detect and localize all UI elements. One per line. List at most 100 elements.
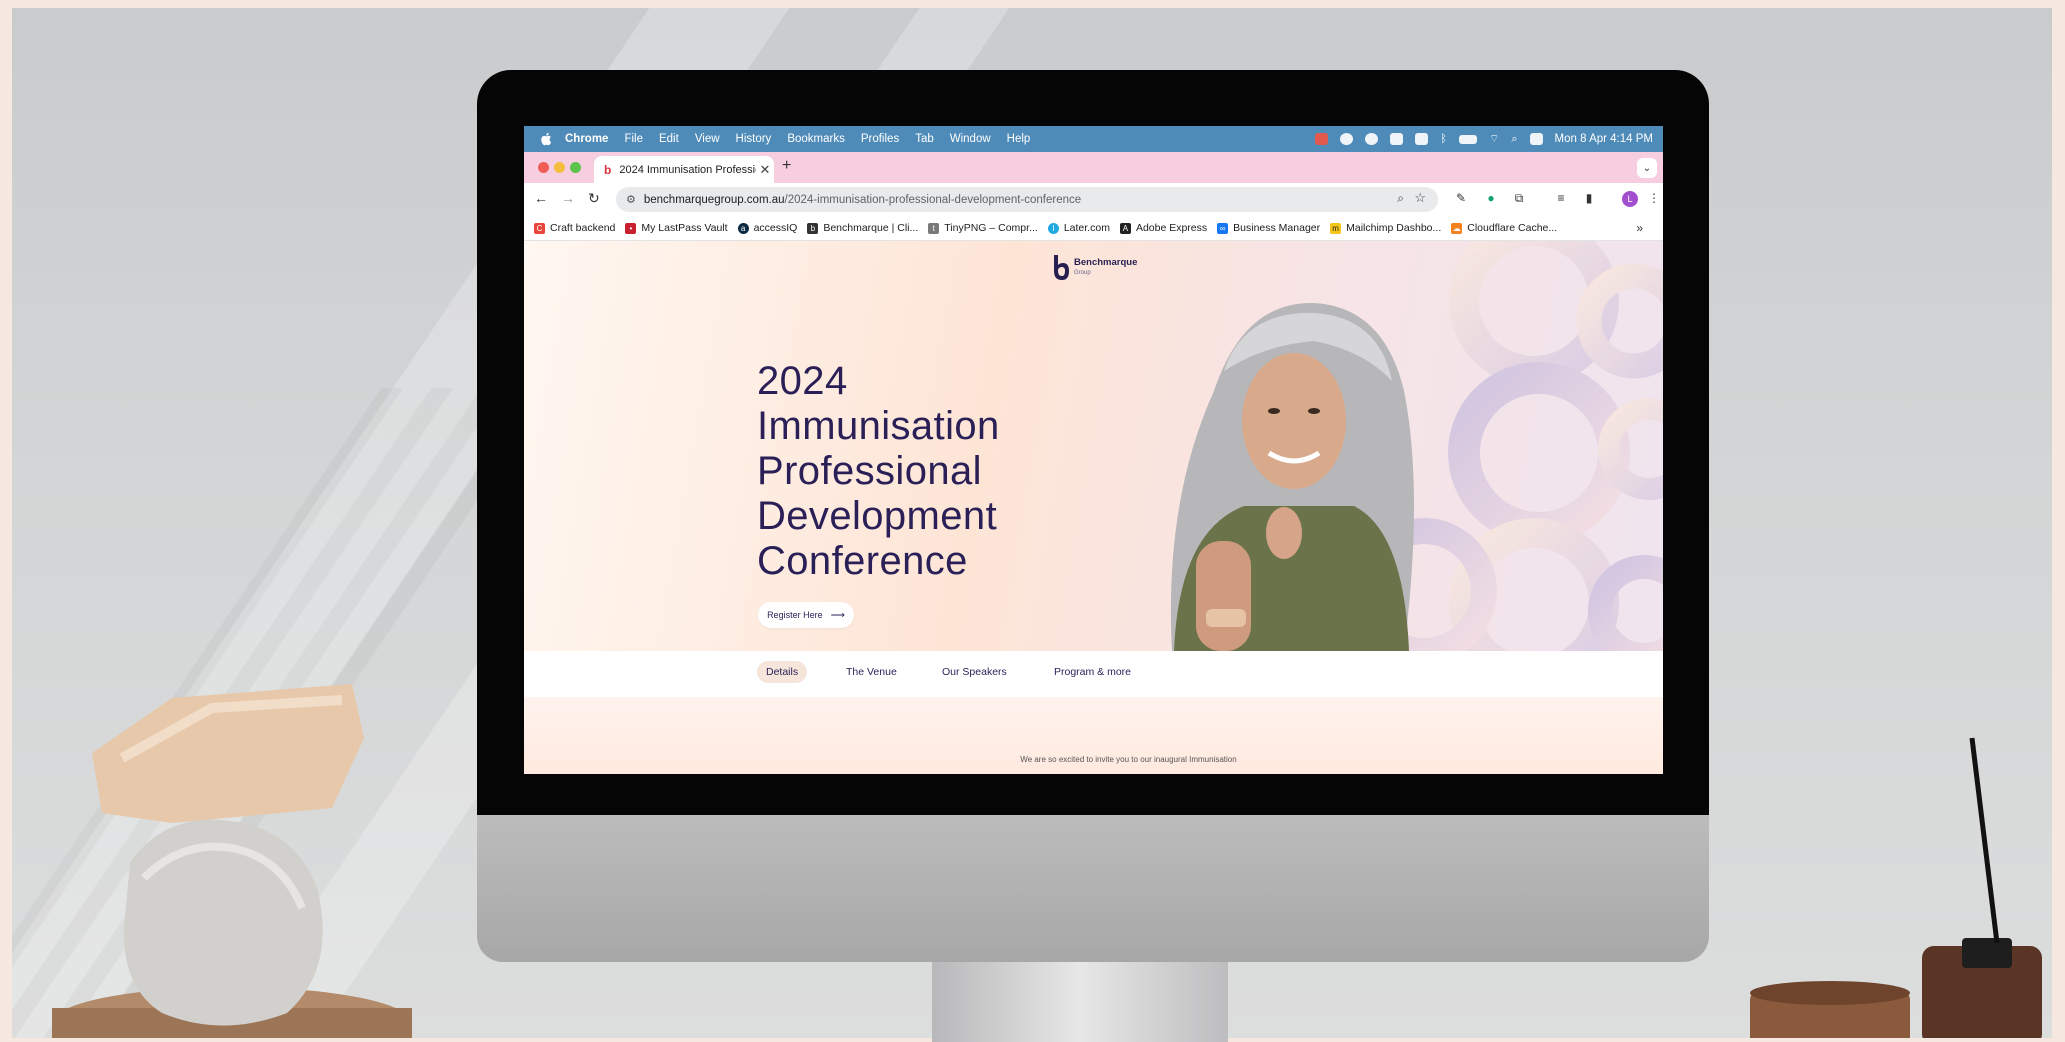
tab-our-speakers[interactable]: Our Speakers	[942, 666, 1007, 678]
cloud-sync-icon[interactable]	[1340, 133, 1354, 145]
logo-name: Benchmarque	[1074, 257, 1138, 268]
benchmarque-logo[interactable]: Benchmarque Group	[1052, 255, 1137, 281]
headline-line: Immunisation	[757, 404, 1000, 448]
menu-help[interactable]: Help	[1007, 133, 1031, 145]
pen	[1969, 737, 2000, 944]
window-switcher-icon[interactable]	[1415, 133, 1429, 145]
monitor-stand	[932, 962, 1228, 1042]
tab-the-venue[interactable]: The Venue	[846, 666, 897, 678]
menu-history[interactable]: History	[736, 133, 772, 145]
bookmark-lastpass[interactable]: • My LastPass Vault	[625, 222, 728, 234]
later-icon: l	[1047, 222, 1059, 234]
status-area: ᛒ ⌔ ⌕ Mon 8 Apr 4:14 PM	[1315, 126, 1653, 152]
minimize-window-icon[interactable]	[554, 162, 565, 173]
zoom-icon[interactable]: ⌕	[1397, 191, 1404, 206]
grammarly-extension-icon[interactable]: ●	[1484, 191, 1498, 205]
intro-section: We are so excited to invite you to our i…	[524, 697, 1663, 774]
bookmark-cloudflare[interactable]: ☁ Cloudflare Cache...	[1451, 222, 1557, 234]
menu-bookmarks[interactable]: Bookmarks	[787, 133, 845, 145]
bookmark-later[interactable]: l Later.com	[1047, 222, 1110, 234]
reload-icon[interactable]: ↻	[588, 190, 600, 207]
menu-view[interactable]: View	[695, 133, 720, 145]
mailchimp-icon: m	[1330, 222, 1342, 234]
benchmarque-b-icon	[1054, 255, 1069, 280]
meta-icon: ∞	[1217, 222, 1229, 234]
url-path: /2024-immunisation-professional-developm…	[784, 193, 1082, 206]
bookmark-adobe-express[interactable]: A Adobe Express	[1119, 222, 1207, 234]
adobe-express-icon: A	[1119, 222, 1131, 234]
profile-avatar[interactable]: L	[1622, 191, 1638, 207]
url-host: benchmarquegroup.com.au	[643, 193, 785, 206]
bookmark-accessiq[interactable]: a accessIQ	[737, 222, 797, 234]
bookmark-business-manager[interactable]: ∞ Business Manager	[1217, 222, 1320, 234]
benchmarque-icon: b	[807, 222, 819, 234]
menubar-clock[interactable]: Mon 8 Apr 4:14 PM	[1555, 133, 1653, 145]
media-controls-icon[interactable]: ≡	[1554, 191, 1568, 205]
gift-icon[interactable]	[1315, 133, 1329, 145]
forward-arrow-icon[interactable]: →	[561, 190, 575, 206]
headline-line: Conference	[757, 539, 968, 583]
menu-edit[interactable]: Edit	[659, 133, 679, 145]
side-panel-icon[interactable]: ▮	[1582, 191, 1596, 205]
intro-text: We are so excited to invite you to our i…	[1020, 755, 1237, 764]
tinypng-icon: t	[928, 222, 940, 234]
bookmark-craft-backend[interactable]: C Craft backend	[534, 222, 615, 234]
wifi-icon[interactable]: ⌔	[1489, 132, 1499, 146]
app-status-icon[interactable]	[1390, 133, 1404, 145]
lastpass-icon: •	[625, 222, 637, 234]
tab-strip: b 2024 Immunisation Professio ✕ + ⌄	[524, 152, 1663, 183]
tab-close-icon[interactable]: ✕	[756, 162, 774, 178]
menu-file[interactable]: File	[624, 133, 643, 145]
bookmark-star-icon[interactable]: ☆	[1414, 190, 1426, 206]
browser-toolbar: ← → ↻ ⚙ benchmarquegroup.com.au/2024-imm…	[524, 183, 1663, 216]
monitor-chin	[477, 815, 1709, 962]
hero-section: Benchmarque Group 2024 Immunisation Profe…	[524, 241, 1663, 651]
bookmarks-bar: C Craft backend • My LastPass Vault a acces…	[524, 216, 1663, 241]
cloudflare-icon: ☁	[1451, 222, 1463, 234]
spotlight-search-icon[interactable]: ⌕	[1511, 133, 1517, 146]
arrow-right-icon: ⟶	[830, 609, 845, 621]
bookmark-benchmarque[interactable]: b Benchmarque | Cli...	[807, 222, 918, 234]
register-label: Register Here	[767, 610, 823, 620]
tab-conference[interactable]: b 2024 Immunisation Professio ✕	[594, 156, 774, 183]
close-window-icon[interactable]	[538, 162, 549, 173]
apple-icon[interactable]	[538, 132, 553, 147]
menu-tab[interactable]: Tab	[915, 133, 934, 145]
bookmark-tinypng[interactable]: t TinyPNG – Compr...	[928, 222, 1038, 234]
headline-line: 2024	[757, 359, 848, 403]
tab-details[interactable]: Details	[757, 661, 808, 683]
headline-line: Professional	[757, 449, 982, 493]
control-center-icon[interactable]	[1529, 133, 1543, 145]
site-settings-icon[interactable]: ⚙	[626, 193, 636, 206]
register-button[interactable]: Register Here ⟶	[758, 602, 854, 628]
browser-window: Chrome File Edit View History Bookmarks …	[524, 126, 1663, 774]
address-bar[interactable]: ⚙ benchmarquegroup.com.au/2024-immunisat…	[616, 187, 1438, 212]
section-nav: Details The Venue Our Speakers Program &…	[524, 651, 1663, 698]
new-tab-plus-icon[interactable]: +	[782, 157, 791, 175]
grammarly-icon[interactable]	[1365, 133, 1379, 145]
battery-icon[interactable]	[1459, 134, 1478, 144]
headline-line: Development	[757, 494, 998, 538]
bluetooth-icon[interactable]: ᛒ	[1440, 133, 1447, 145]
menu-chrome[interactable]: Chrome	[565, 133, 608, 145]
extensions-puzzle-icon[interactable]: ⧉	[1512, 191, 1526, 205]
accessiq-icon: a	[737, 222, 749, 234]
kebab-menu-icon[interactable]: ⋮	[1647, 191, 1661, 205]
bookmark-mailchimp[interactable]: m Mailchimp Dashbo...	[1330, 222, 1441, 234]
page-title: 2024 Immunisation Professional Developme…	[757, 359, 1117, 584]
back-arrow-icon[interactable]: ←	[534, 190, 548, 206]
benchmarque-favicon-icon: b	[604, 162, 612, 177]
menu-window[interactable]: Window	[950, 133, 991, 145]
woman-photo	[1170, 302, 1414, 651]
logo-subtitle: Group	[1074, 270, 1091, 276]
tab-title: 2024 Immunisation Professio	[619, 163, 756, 176]
pen-extension-icon[interactable]: ✎	[1454, 191, 1468, 205]
craft-icon: C	[534, 222, 545, 234]
web-page: Benchmarque Group 2024 Immunisation Profe…	[524, 241, 1663, 774]
tab-program-more[interactable]: Program & more	[1054, 666, 1131, 678]
more-bookmarks-chevron-icon[interactable]: »	[1636, 221, 1643, 235]
menu-profiles[interactable]: Profiles	[861, 133, 899, 145]
tab-search-chevron-icon[interactable]: ⌄	[1637, 158, 1657, 178]
maximize-window-icon[interactable]	[570, 162, 581, 173]
mac-menubar: Chrome File Edit View History Bookmarks …	[524, 126, 1663, 152]
